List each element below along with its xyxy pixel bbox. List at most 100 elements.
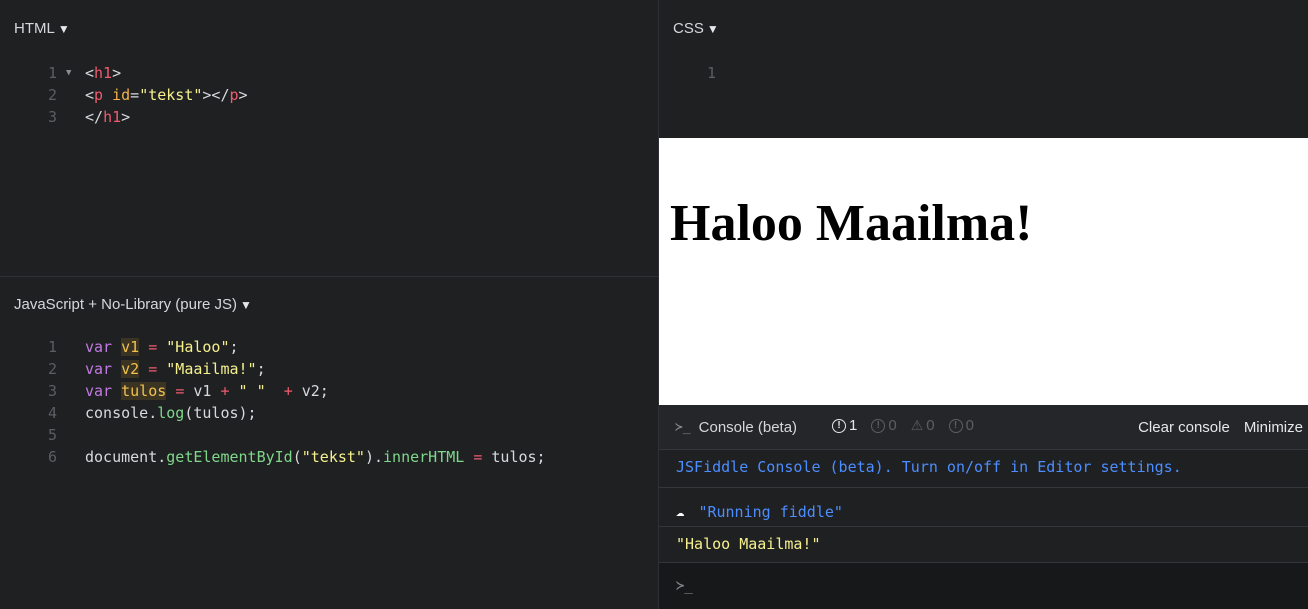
info-icon: ! [948,418,963,433]
console-entry-output: "Haloo Maailma!" [659,527,1308,563]
html-editor-panel: HTML ▼ 1 ▼ <h1> 2 <p id="tekst"></p> 3 </h1> [0,0,658,276]
result-heading: Haloo Maailma! [670,195,1033,252]
code-token: < [85,86,95,104]
code-token: = [175,382,185,400]
css-panel-title: CSS [673,20,704,37]
code-token: + [283,382,293,400]
code-token: v1 [184,382,221,400]
code-token: " " [238,382,266,400]
code-token: < [85,64,95,82]
console-entry-running: ☁ "Running fiddle" [659,488,1308,527]
js-panel-title: JavaScript + No-Library (pure JS) [14,296,237,313]
code-token: + [220,382,230,400]
line-number: 1 [47,64,57,82]
code-token: h1 [94,64,113,82]
code-text: var v1 = "Haloo"; [85,336,239,358]
code-token: "tekst" [139,86,203,104]
console-toolbar: ≻_ Console (beta) ! 1 ! 0 ⚠ 0 ! 0 Clear … [659,405,1308,450]
terminal-icon: ≻_ [675,420,691,435]
console-counts: ! 1 ! 0 ⚠ 0 ! 0 [832,417,974,434]
code-token: v2 [121,360,140,378]
code-token: = [130,86,140,104]
console-title: Console (beta) [698,419,798,436]
caret-down-icon[interactable]: ▼ [240,298,252,312]
code-token: v1 [121,338,140,356]
result-frame: Haloo Maailma! [659,138,1308,405]
line-number: 2 [47,360,57,378]
line-number: 3 [47,108,57,126]
code-token: </ [85,108,104,126]
code-token: var [85,338,113,356]
code-token: "Haloo" [166,338,230,356]
code-token: log [157,404,185,422]
code-token: (tulos); [184,404,257,422]
html-panel-title: HTML [14,20,55,37]
clear-console-button[interactable]: Clear console [1138,419,1230,436]
info-count[interactable]: ! 0 [948,417,974,434]
code-token: getElementById [166,448,293,466]
code-token: "Maailma!" [166,360,257,378]
code-text: </h1> [85,106,130,128]
code-token: p [229,86,239,104]
caret-down-icon[interactable]: ▼ [58,22,70,36]
fold-arrow-icon[interactable]: ▼ [66,62,71,84]
code-text: var v2 = "Maailma!"; [85,358,266,380]
code-token: var [85,360,113,378]
code-token: ></ [202,86,230,104]
code-token: p [94,86,104,104]
minimize-console-button[interactable]: Minimize [1244,419,1303,436]
code-token: = [148,338,158,356]
error-icon: ! [832,418,846,433]
css-panel-header[interactable]: CSS ▼ [673,20,719,37]
line-number: 5 [47,426,57,444]
log-count[interactable]: ! 0 [871,417,897,434]
code-token: "tekst" [301,448,365,466]
html-panel-header[interactable]: HTML ▼ [14,20,70,37]
code-token: > [121,108,131,126]
code-token: innerHTML [383,448,465,466]
line-number: 1 [706,64,716,82]
js-panel-header[interactable]: JavaScript + No-Library (pure JS) ▼ [14,296,252,313]
console-title-group: ≻_ Console (beta) [675,419,797,436]
code-text: var tulos = v1 + " " + v2; [85,380,329,402]
console-running-text: "Running fiddle" [698,503,843,521]
line-number: 2 [47,86,57,104]
error-count[interactable]: ! 1 [832,417,857,434]
error-count-value: 1 [849,417,858,434]
log-count-value: 0 [888,417,897,434]
code-token: ( [292,448,302,466]
code-token: console. [85,404,158,422]
warning-icon: ⚠ [910,417,924,433]
info-circle-icon: ! [871,418,886,433]
info-count-value: 0 [965,417,974,434]
code-token: ). [364,448,384,466]
console-notice: JSFiddle Console (beta). Turn on/off in … [659,450,1308,488]
console-panel: ≻_ Console (beta) ! 1 ! 0 ⚠ 0 ! 0 Clear … [659,405,1308,609]
console-input[interactable]: ≻_ [659,563,1308,609]
warning-count[interactable]: ⚠ 0 [911,417,935,434]
code-token: > [238,86,248,104]
code-token: = [148,360,158,378]
js-editor-panel: JavaScript + No-Library (pure JS) ▼ 1 var… [0,277,658,609]
code-token: ; [256,360,266,378]
line-number: 4 [47,404,57,422]
caret-down-icon[interactable]: ▼ [707,22,719,36]
code-text: <p id="tekst"></p> [85,84,248,106]
css-editor-panel: CSS ▼ 1 [659,0,1308,138]
line-number: 6 [47,448,57,466]
code-token: document. [85,448,167,466]
code-text: console.log(tulos); [85,402,257,424]
code-token: var [85,382,113,400]
code-token: ; [229,338,239,356]
code-token: > [112,64,122,82]
